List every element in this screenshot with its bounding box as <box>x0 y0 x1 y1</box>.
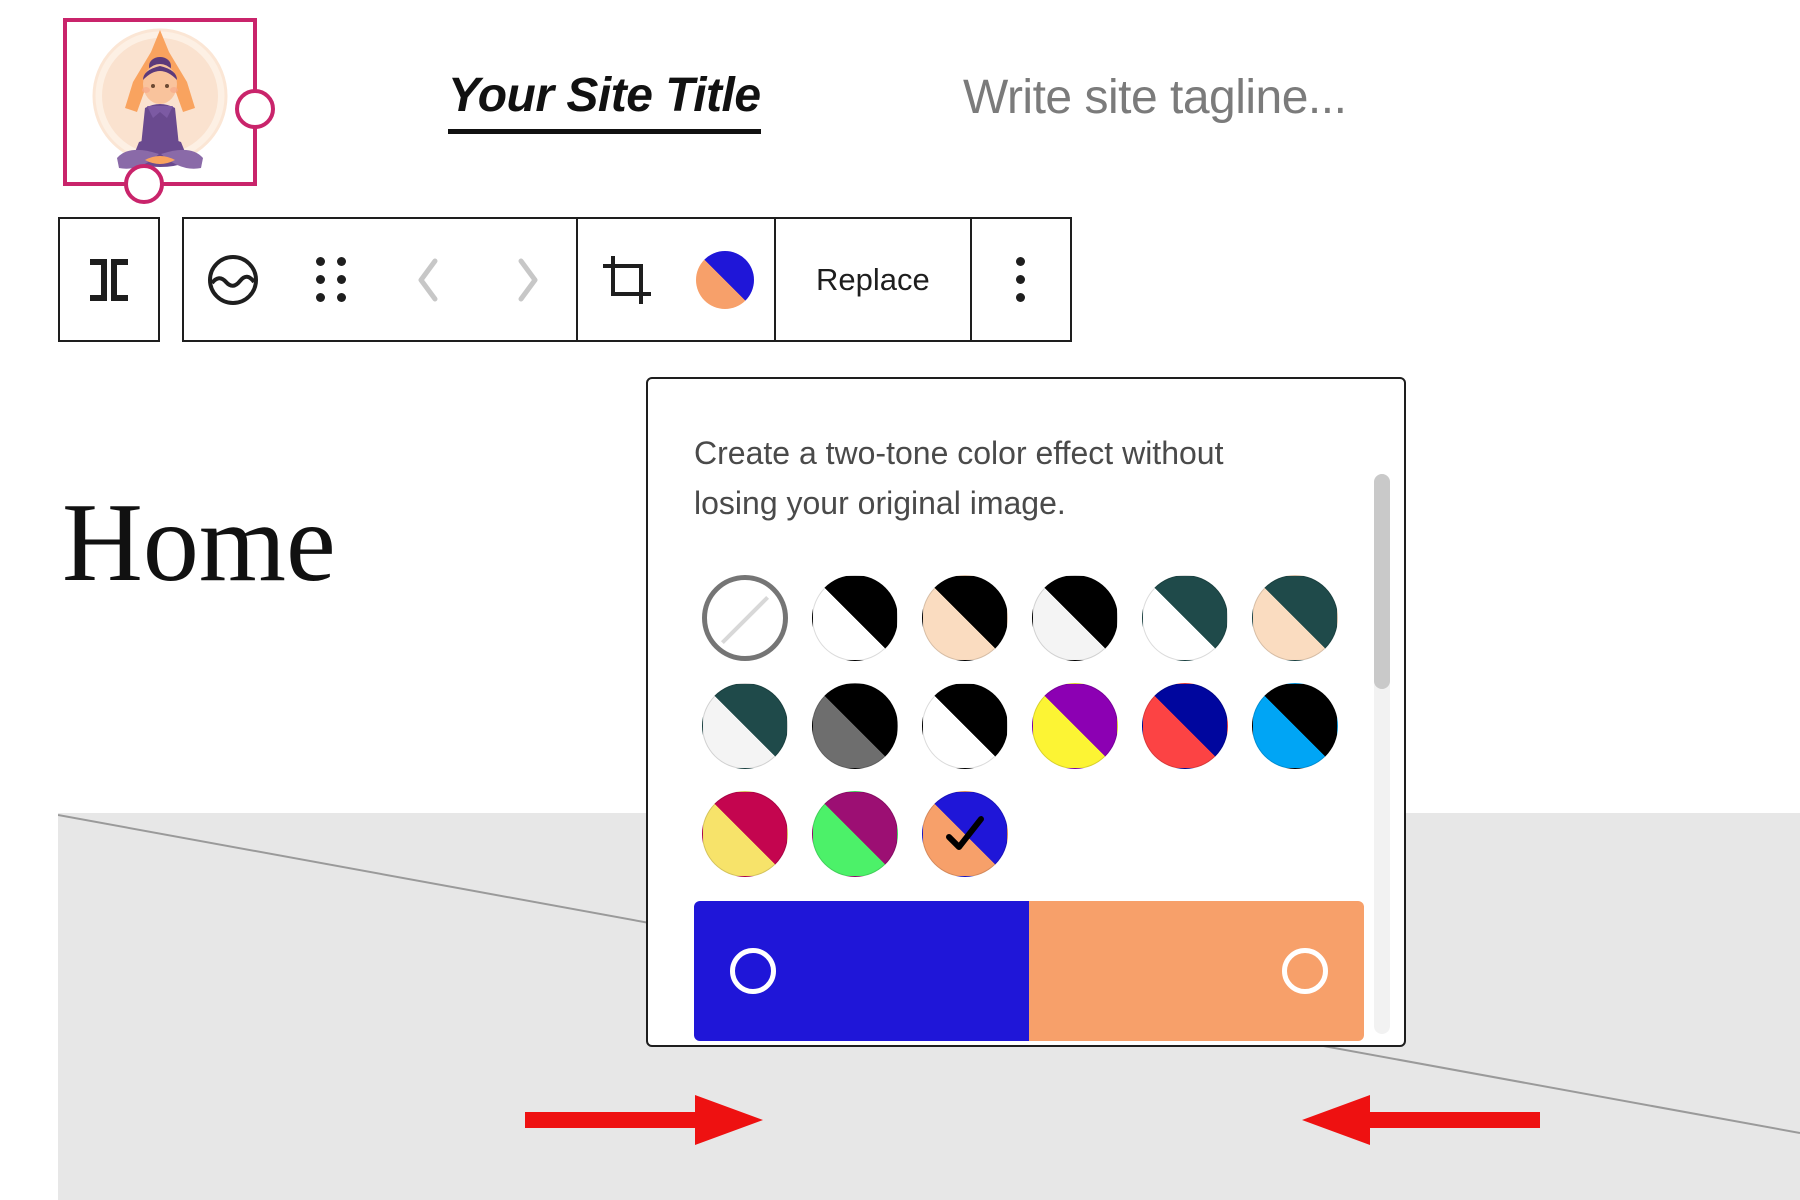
duotone-swatch-black-gray[interactable] <box>812 683 898 769</box>
site-title[interactable]: Your Site Title <box>448 68 761 134</box>
duotone-popover: Create a two-tone color effect without l… <box>646 377 1406 1047</box>
move-up-button[interactable] <box>380 219 478 340</box>
duotone-swatch-purple-yellow[interactable] <box>1032 683 1118 769</box>
crop-icon <box>599 252 655 308</box>
duotone-description: Create a two-tone color effect without l… <box>694 429 1304 528</box>
popover-scrollbar[interactable] <box>1374 474 1390 1034</box>
yoga-logo-image <box>67 22 253 182</box>
drag-dots-icon <box>316 257 346 302</box>
more-options-button[interactable] <box>972 219 1070 340</box>
move-down-button[interactable] <box>478 219 576 340</box>
site-header: Your Site Title Write site tagline... <box>0 0 1800 230</box>
duotone-swatch-unset[interactable] <box>702 575 788 661</box>
duotone-swatch-dark-grayscale[interactable] <box>812 575 898 661</box>
duotone-swatch-crimson-yellow[interactable] <box>702 791 788 877</box>
duotone-swatch-cell[interactable] <box>910 780 1020 888</box>
duotone-swatch-cell[interactable] <box>910 672 1020 780</box>
duotone-swatch-cell[interactable] <box>1240 564 1350 672</box>
duotone-swatch-black-peach[interactable] <box>922 575 1008 661</box>
site-logo-block[interactable] <box>63 18 257 186</box>
highlight-color-handle[interactable] <box>1282 948 1328 994</box>
duotone-filter-button[interactable] <box>676 219 774 340</box>
duotone-swatch-cell[interactable] <box>690 564 800 672</box>
duotone-swatch-black-skyblue[interactable] <box>1252 683 1338 769</box>
chevron-right-icon <box>510 253 544 307</box>
duotone-swatch-cell[interactable] <box>690 780 800 888</box>
duotone-swatch-cell[interactable] <box>800 564 910 672</box>
site-tagline-placeholder[interactable]: Write site tagline... <box>963 70 1346 125</box>
parent-block-group <box>58 217 160 342</box>
duotone-swatch-cell[interactable] <box>1020 672 1130 780</box>
duotone-swatch-cell[interactable] <box>690 672 800 780</box>
duotone-color-bar <box>694 901 1364 1041</box>
duotone-swatch-cell[interactable] <box>1020 564 1130 672</box>
check-icon <box>942 811 988 862</box>
select-parent-block-button[interactable] <box>60 219 158 340</box>
duotone-swatch-black-white[interactable] <box>922 683 1008 769</box>
duotone-swatch-teal-offwhite[interactable] <box>702 683 788 769</box>
parent-block-icon <box>82 258 136 302</box>
replace-label: Replace <box>782 262 964 298</box>
resize-handle-right[interactable] <box>235 89 275 129</box>
editor-canvas: Your Site Title Write site tagline... <box>0 0 1800 1200</box>
popover-scrollbar-thumb[interactable] <box>1374 474 1390 689</box>
duotone-swatch-grayscale[interactable] <box>1032 575 1118 661</box>
duotone-swatch-cell[interactable] <box>1130 564 1240 672</box>
duotone-swatch-magenta-green[interactable] <box>812 791 898 877</box>
block-toolbar: Replace <box>58 217 1072 342</box>
highlight-color-swatch[interactable] <box>1029 901 1364 1041</box>
crop-button[interactable] <box>578 219 676 340</box>
site-logo-block-button[interactable] <box>184 219 282 340</box>
duotone-swatch-cell[interactable] <box>1130 672 1240 780</box>
chevron-left-icon <box>412 253 446 307</box>
page-title: Home <box>62 487 336 599</box>
duotone-swatch-cell[interactable] <box>1240 672 1350 780</box>
duotone-swatch-blue-red[interactable] <box>1142 683 1228 769</box>
duotone-swatch-blue-orange[interactable] <box>922 791 1008 877</box>
duotone-swatch-grid <box>690 564 1350 888</box>
resize-handle-bottom[interactable] <box>124 164 164 204</box>
site-logo-icon <box>206 253 260 307</box>
shadow-color-swatch[interactable] <box>694 901 1029 1041</box>
drag-handle-button[interactable] <box>282 219 380 340</box>
duotone-swatch-cell[interactable] <box>910 564 1020 672</box>
duotone-circle-icon <box>696 251 754 309</box>
replace-button[interactable]: Replace <box>776 219 970 340</box>
duotone-swatch-cell[interactable] <box>800 780 910 888</box>
block-actions-group: Replace <box>182 217 1072 342</box>
vertical-ellipsis-icon <box>1016 257 1025 302</box>
duotone-swatch-teal-white[interactable] <box>1142 575 1228 661</box>
duotone-swatch-cell[interactable] <box>800 672 910 780</box>
duotone-swatch-teal-peach[interactable] <box>1252 575 1338 661</box>
shadow-color-handle[interactable] <box>730 948 776 994</box>
